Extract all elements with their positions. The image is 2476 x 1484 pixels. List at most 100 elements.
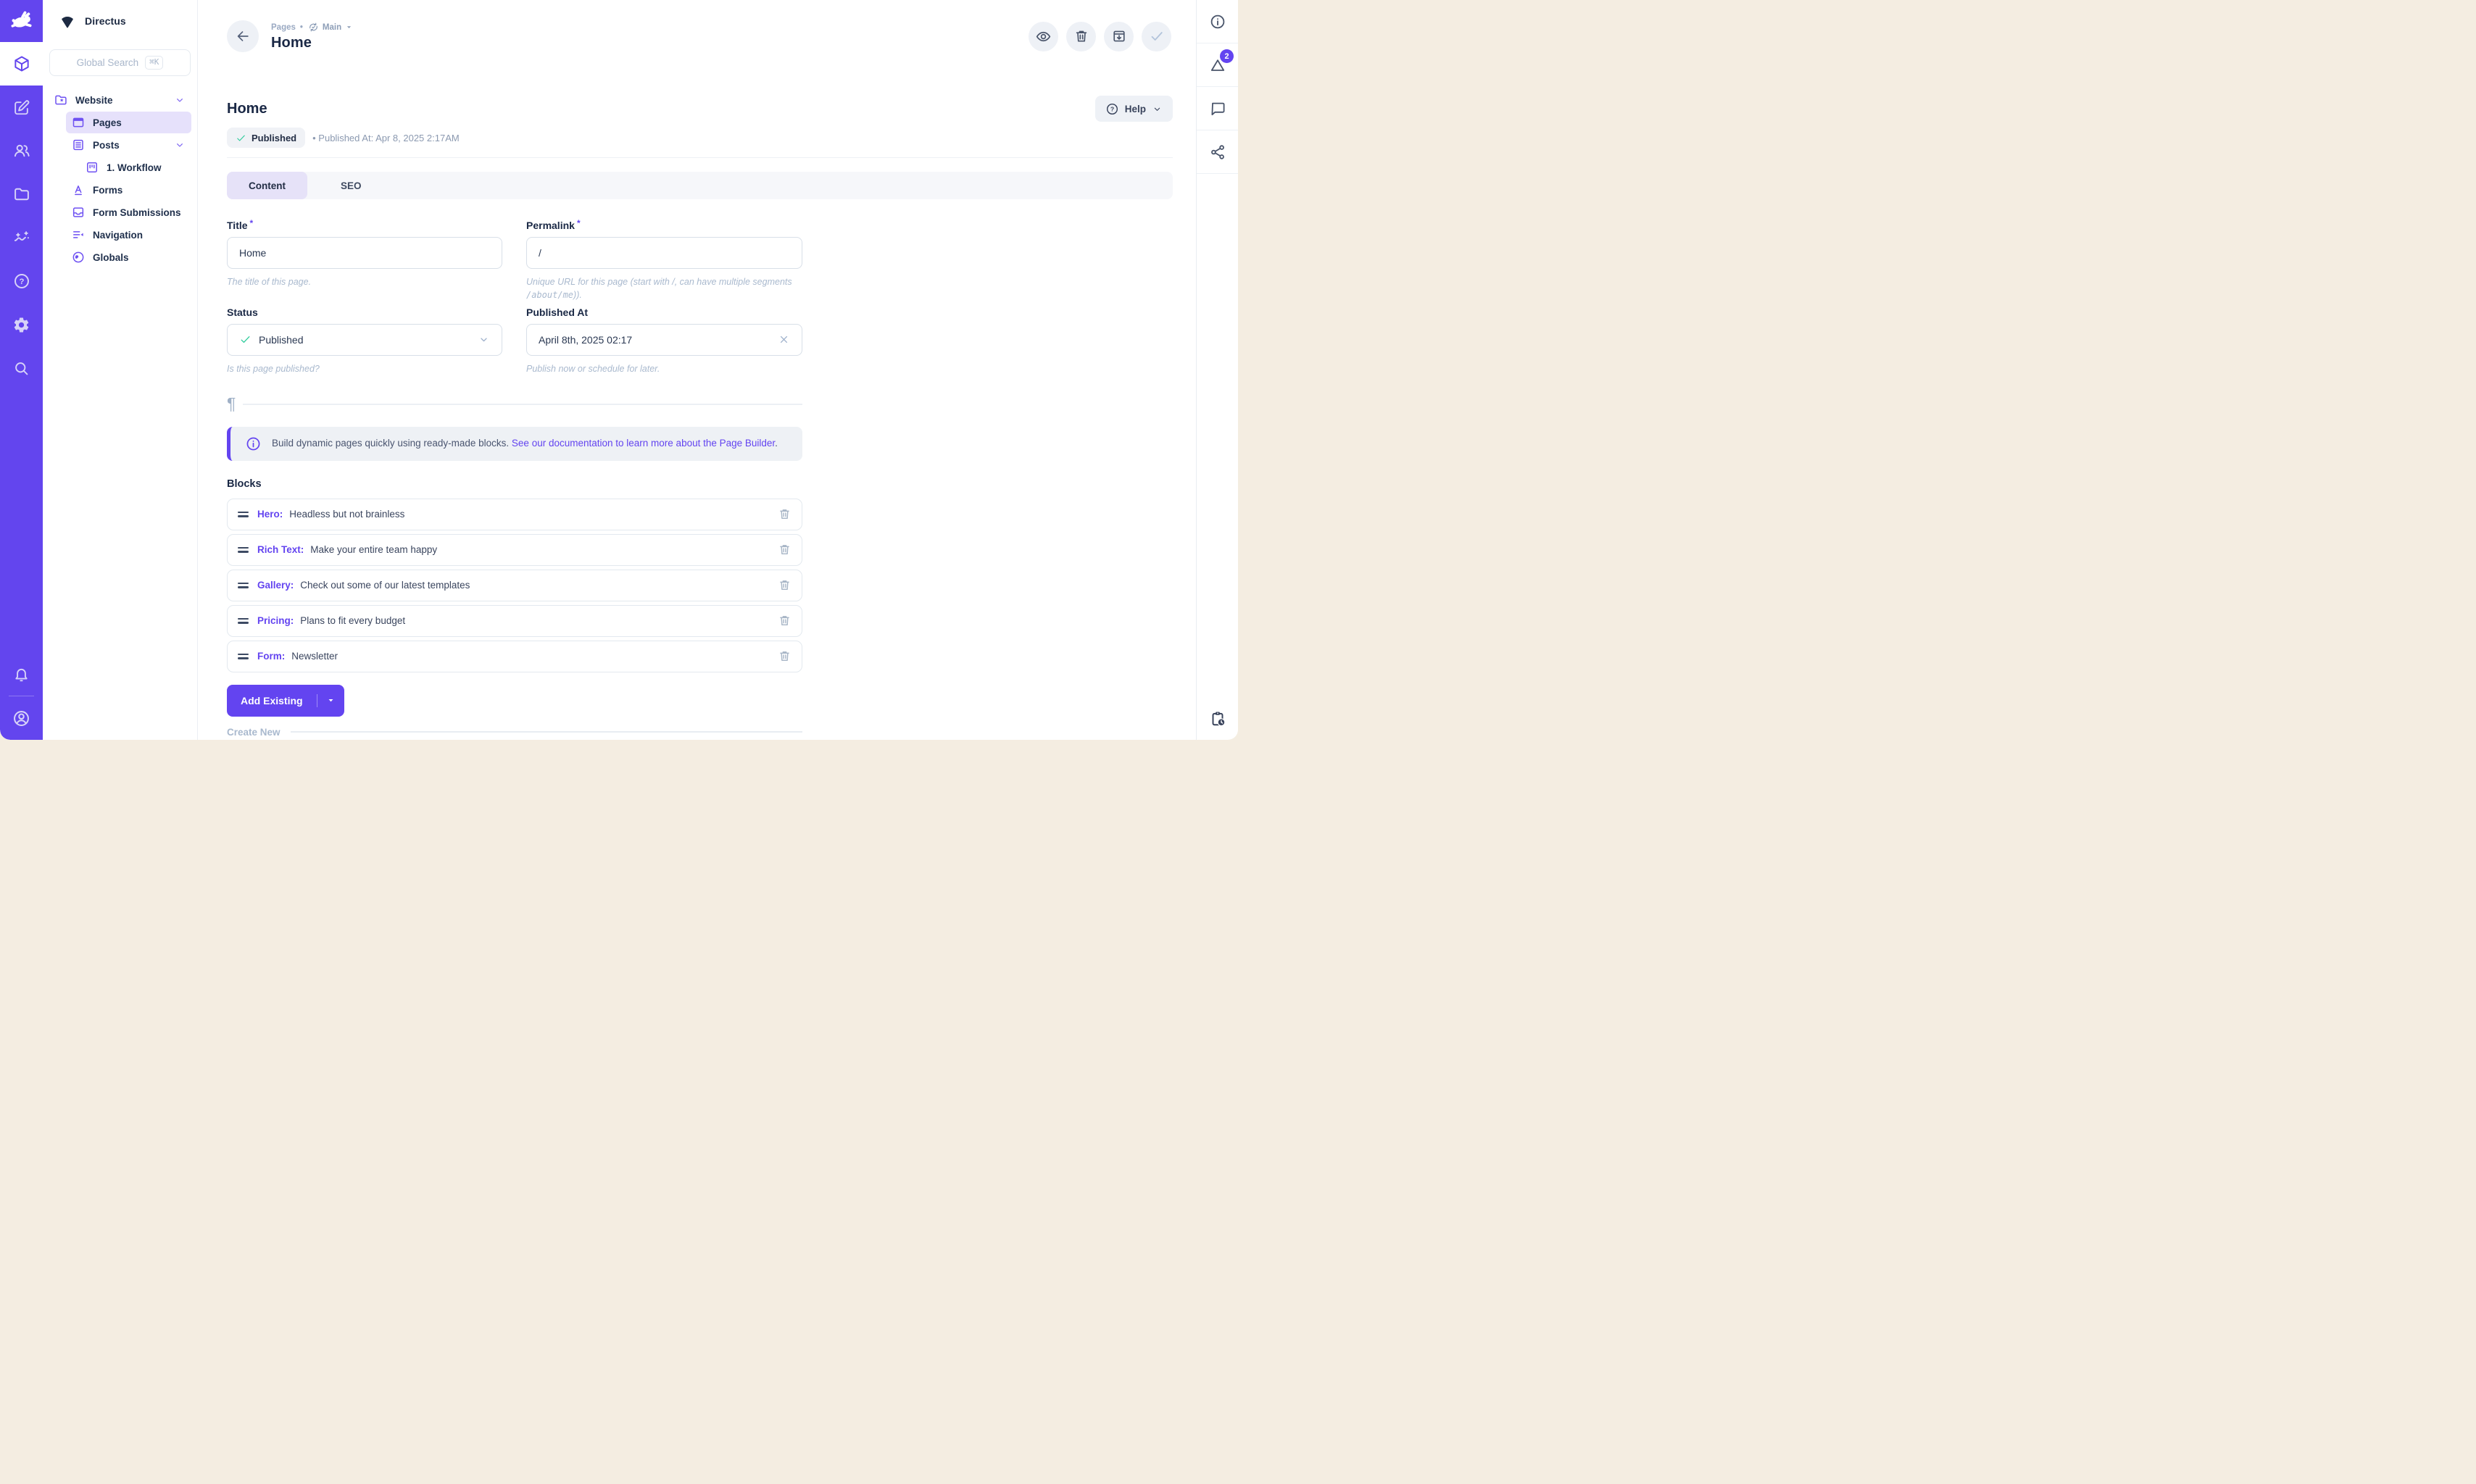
block-row[interactable]: Form: Newsletter [227,641,802,672]
block-title: Check out some of our latest templates [300,580,470,591]
create-new-line [291,731,802,733]
block-row[interactable]: Rich Text: Make your entire team happy [227,534,802,566]
sidebar-item-posts[interactable]: Posts [66,134,191,156]
permalink-input[interactable] [526,237,802,269]
create-new-section: Create New [227,727,802,738]
account-button[interactable] [0,696,43,740]
folder-star-icon [54,93,68,107]
drag-handle-icon[interactable] [238,618,249,624]
save-button[interactable] [1142,22,1171,51]
trash-icon[interactable] [778,578,792,592]
check-icon [1148,28,1166,45]
notifications-button[interactable] [0,652,43,696]
sidebar-item-label: Website [75,95,113,106]
module-content-button[interactable] [0,42,43,86]
block-title: Make your entire team happy [310,544,437,555]
drag-handle-icon[interactable] [238,583,249,588]
status-select[interactable]: Published [227,324,502,356]
field-label: Published At [526,307,802,318]
detail-tabs: Content SEO [227,172,1173,199]
help-button[interactable]: ? Help [1095,96,1173,122]
drag-handle-icon[interactable] [238,512,249,517]
gear-icon [12,316,30,334]
documentation-link[interactable]: See our documentation to learn more abou… [512,438,775,449]
sidebar-item-forms[interactable]: Forms [66,179,191,201]
breadcrumb-collection[interactable]: Pages [271,23,296,32]
info-icon [1209,13,1226,30]
back-button[interactable] [227,20,259,52]
module-settings-button[interactable] [0,303,43,346]
clear-x-icon[interactable] [778,333,790,346]
check-icon [239,333,252,346]
box-icon [12,54,31,73]
trash-icon[interactable] [778,614,792,628]
info-icon [245,435,262,452]
archive-download-icon [1111,28,1127,44]
field-permalink: Permalink* Unique URL for this page (sta… [526,220,802,302]
delete-button[interactable] [1066,22,1096,51]
comments-drawer-button[interactable] [1197,87,1238,130]
module-search-button[interactable] [0,346,43,390]
published-meta: • Published At: Apr 8, 2025 2:17AM [312,133,460,143]
global-search-input[interactable]: Global Search ⌘K [49,49,191,76]
module-insights-button[interactable] [0,216,43,259]
module-editor-button[interactable] [0,86,43,129]
block-row[interactable]: Hero: Headless but not brainless [227,499,802,530]
field-note: Is this page published? [227,362,502,375]
drag-handle-icon[interactable] [238,547,249,553]
trash-icon[interactable] [778,507,792,521]
published-at-input[interactable]: April 8th, 2025 02:17 [526,324,802,356]
pending-actions-button[interactable] [1197,709,1238,728]
module-files-button[interactable] [0,172,43,216]
version-menu[interactable]: Main [307,21,354,33]
trash-icon [1073,28,1089,44]
bell-icon [12,665,30,683]
preview-button[interactable] [1029,22,1058,51]
archive-button[interactable] [1104,22,1134,51]
sidebar-item-form-submissions[interactable]: Form Submissions [66,201,191,223]
help-circle-icon: ? [12,272,31,291]
sidebar-item-label: Posts [93,140,120,151]
module-help-button[interactable]: ? [0,259,43,303]
caret-down-icon [344,22,354,32]
sidebar-item-globals[interactable]: Globals [66,246,191,268]
caret-down-icon[interactable] [317,685,344,717]
shares-drawer-button[interactable] [1197,130,1238,174]
block-row[interactable]: Gallery: Check out some of our latest te… [227,570,802,601]
title-input[interactable] [227,237,502,269]
sidebar-item-label: Globals [93,252,129,263]
rabbit-logo-icon [9,9,34,33]
search-placeholder: Global Search [77,57,139,68]
revisions-drawer-button[interactable]: 2 [1197,43,1238,87]
info-drawer-button[interactable] [1197,0,1238,43]
tab-content[interactable]: Content [227,172,307,199]
svg-text:?: ? [19,278,24,286]
block-row[interactable]: Pricing: Plans to fit every budget [227,605,802,637]
module-users-button[interactable] [0,129,43,172]
app-window: ? [0,0,1238,740]
chevron-down-icon[interactable] [478,333,490,346]
tab-seo[interactable]: SEO [319,172,383,199]
chevron-down-icon[interactable] [174,94,186,106]
block-title: Plans to fit every budget [300,615,405,626]
add-existing-button[interactable]: Add Existing [227,685,344,717]
sidebar-item-pages[interactable]: Pages [66,112,191,133]
project-logo-icon [59,12,76,30]
chevron-down-icon[interactable] [174,139,186,151]
sidebar-rail: 2 [1196,0,1238,740]
block-type: Hero: [257,509,283,520]
inbox-icon [71,205,86,220]
comment-icon [1209,100,1226,117]
sidebar-item-navigation[interactable]: Navigation [66,224,191,246]
project-chooser[interactable]: Directus [43,0,197,42]
trash-icon[interactable] [778,649,792,663]
directus-logo-tile[interactable] [0,0,43,42]
item-heading: Home [227,101,267,117]
field-title: Title* The title of this page. [227,220,502,302]
drag-handle-icon[interactable] [238,654,249,659]
field-status: Status Published Is this page published? [227,307,502,375]
trash-icon[interactable] [778,543,792,556]
header-divider [227,157,1173,158]
sidebar-item-website[interactable]: Website [49,89,191,111]
sidebar-item-workflow[interactable]: 1. Workflow [80,157,191,178]
